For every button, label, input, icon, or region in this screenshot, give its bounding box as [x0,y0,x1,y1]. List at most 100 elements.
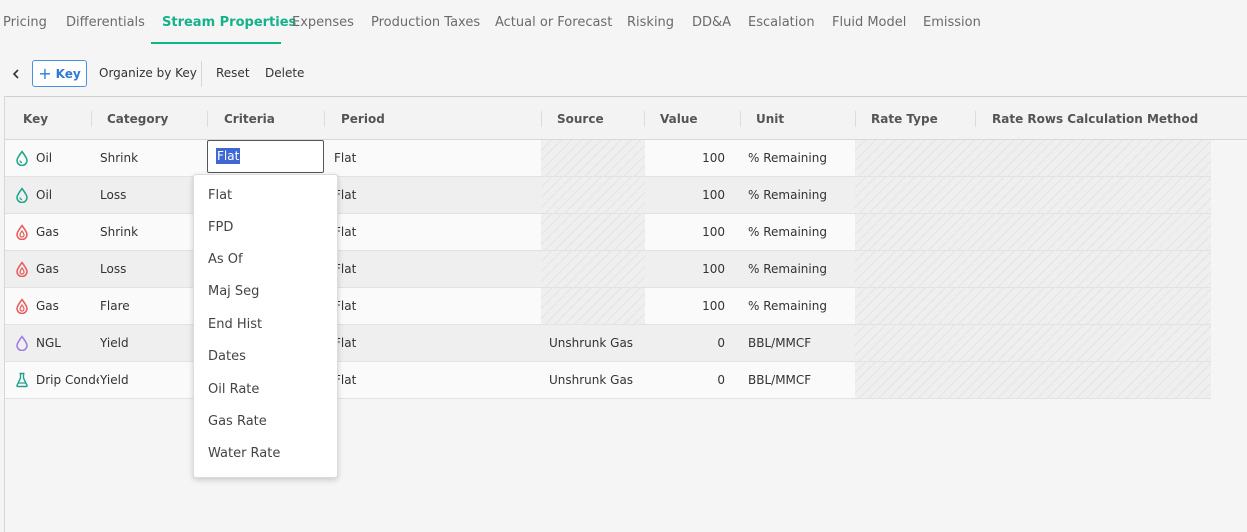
column-divider[interactable] [207,111,208,127]
period-cell[interactable]: Flat [334,251,534,287]
table-row[interactable]: Gas Shrink Flat 100 % Remaining [5,214,1211,251]
tab-escalation[interactable]: Escalation [748,0,815,45]
period-cell[interactable]: Flat [334,325,534,361]
tab-expenses[interactable]: Expenses [292,0,354,45]
dropdown-option-gas-rate[interactable]: Gas Rate [194,406,337,438]
column-divider[interactable] [644,111,645,127]
dropdown-option-flat[interactable]: Flat [194,180,337,212]
rate-cells-disabled [855,251,1211,287]
tab-actual-or-forecast[interactable]: Actual or Forecast [495,0,612,45]
unit-cell[interactable]: % Remaining [748,140,853,176]
gas-flame-icon [16,298,28,314]
value-cell[interactable]: 100 [645,288,725,324]
period-cell[interactable]: Flat [334,288,534,324]
unit-cell[interactable]: % Remaining [748,251,853,287]
reset-button[interactable]: Reset [216,66,250,80]
tab-emission[interactable]: Emission [923,0,981,45]
period-cell[interactable]: Flat [334,362,534,398]
category-cell[interactable]: Yield [100,362,200,398]
dropdown-option-end-hist[interactable]: End Hist [194,309,337,341]
unit-cell[interactable]: BBL/MMCF [748,362,853,398]
column-divider[interactable] [324,111,325,127]
unit-cell[interactable]: % Remaining [748,214,853,250]
table-row[interactable]: Drip Condensate Yield Flat Unshrunk Gas … [5,362,1211,399]
value-cell[interactable]: 100 [645,177,725,213]
source-cell[interactable]: Unshrunk Gas [549,325,645,361]
key-cell: Oil [36,151,53,165]
table-row[interactable]: Oil Shrink Flat 100 % Remaining [5,140,1211,177]
column-divider[interactable] [541,111,542,127]
stream-properties-grid: Key Category Criteria Period Source Valu… [4,96,1247,532]
period-cell[interactable]: Flat [334,140,534,176]
category-cell[interactable]: Yield [100,325,200,361]
oil-drop-icon [16,187,28,203]
unit-cell[interactable]: % Remaining [748,177,853,213]
key-cell: Oil [36,188,53,202]
add-key-button[interactable]: + Key [32,60,87,87]
category-cell[interactable]: Shrink [100,140,200,176]
column-header-key[interactable]: Key [23,97,48,140]
value-cell[interactable]: 100 [645,140,725,176]
rate-cells-disabled [855,177,1211,213]
column-divider[interactable] [740,111,741,127]
column-header-rate-type[interactable]: Rate Type [871,97,938,140]
dropdown-option-fpd[interactable]: FPD [194,212,337,244]
category-cell[interactable]: Flare [100,288,200,324]
table-row[interactable]: Gas Loss Flat 100 % Remaining [5,251,1211,288]
source-cell-disabled [541,140,645,176]
dropdown-option-as-of[interactable]: As Of [194,244,337,276]
column-header-unit[interactable]: Unit [756,97,784,140]
value-cell[interactable]: 100 [645,214,725,250]
key-cell: Gas [36,262,59,276]
criteria-editor[interactable]: Flat [207,140,324,173]
tab-production-taxes[interactable]: Production Taxes [371,0,480,45]
drip-flask-icon [16,372,28,388]
column-header-criteria[interactable]: Criteria [224,97,275,140]
tab-risking[interactable]: Risking [627,0,674,45]
source-cell-disabled [541,251,645,287]
delete-button[interactable]: Delete [265,66,304,80]
table-row[interactable]: Oil Loss Flat 100 % Remaining [5,177,1211,214]
dropdown-option-oil-rate[interactable]: Oil Rate [194,374,337,406]
value-cell[interactable]: 0 [645,325,725,361]
column-header-category[interactable]: Category [107,97,168,140]
category-cell[interactable]: Shrink [100,214,200,250]
tab-stream-properties[interactable]: Stream Properties [162,0,296,45]
table-row[interactable]: Gas Flare Flat 100 % Remaining [5,288,1211,325]
table-row[interactable]: NGL Yield Flat Unshrunk Gas 0 BBL/MMCF [5,325,1211,362]
unit-cell[interactable]: % Remaining [748,288,853,324]
column-divider[interactable] [855,111,856,127]
column-header-source[interactable]: Source [557,97,604,140]
source-cell[interactable]: Unshrunk Gas [549,362,645,398]
period-cell[interactable]: Flat [334,177,534,213]
oil-drop-icon [16,150,28,166]
value-cell[interactable]: 100 [645,251,725,287]
plus-icon: + [38,63,52,83]
column-divider[interactable] [91,111,92,127]
column-header-rate-rows-calculation-method[interactable]: Rate Rows Calculation Method [992,97,1198,140]
unit-cell[interactable]: BBL/MMCF [748,325,853,361]
key-cell: Drip Condensate [36,373,99,387]
criteria-dropdown: Flat FPD As Of Maj Seg End Hist Dates Oi… [193,174,338,478]
chevron-left-icon [12,69,19,79]
column-divider[interactable] [975,111,976,127]
column-header-value[interactable]: Value [660,97,698,140]
tab-pricing[interactable]: Pricing [3,0,47,45]
value-cell[interactable]: 0 [645,362,725,398]
dropdown-option-dates[interactable]: Dates [194,341,337,373]
tab-fluid-model[interactable]: Fluid Model [832,0,906,45]
dropdown-option-water-rate[interactable]: Water Rate [194,438,337,470]
back-button[interactable] [8,65,24,83]
column-header-period[interactable]: Period [341,97,385,140]
organize-by-key-button[interactable]: Organize by Key [99,66,197,80]
dropdown-option-maj-seg[interactable]: Maj Seg [194,276,337,308]
rate-cells-disabled [855,288,1211,324]
tab-bar: Pricing Differentials Stream Properties … [0,0,1247,45]
source-cell-disabled [541,177,645,213]
period-cell[interactable]: Flat [334,214,534,250]
criteria-editor-selected-text[interactable]: Flat [216,148,241,164]
category-cell[interactable]: Loss [100,177,200,213]
category-cell[interactable]: Loss [100,251,200,287]
tab-differentials[interactable]: Differentials [66,0,145,45]
tab-dda[interactable]: DD&A [692,0,731,45]
